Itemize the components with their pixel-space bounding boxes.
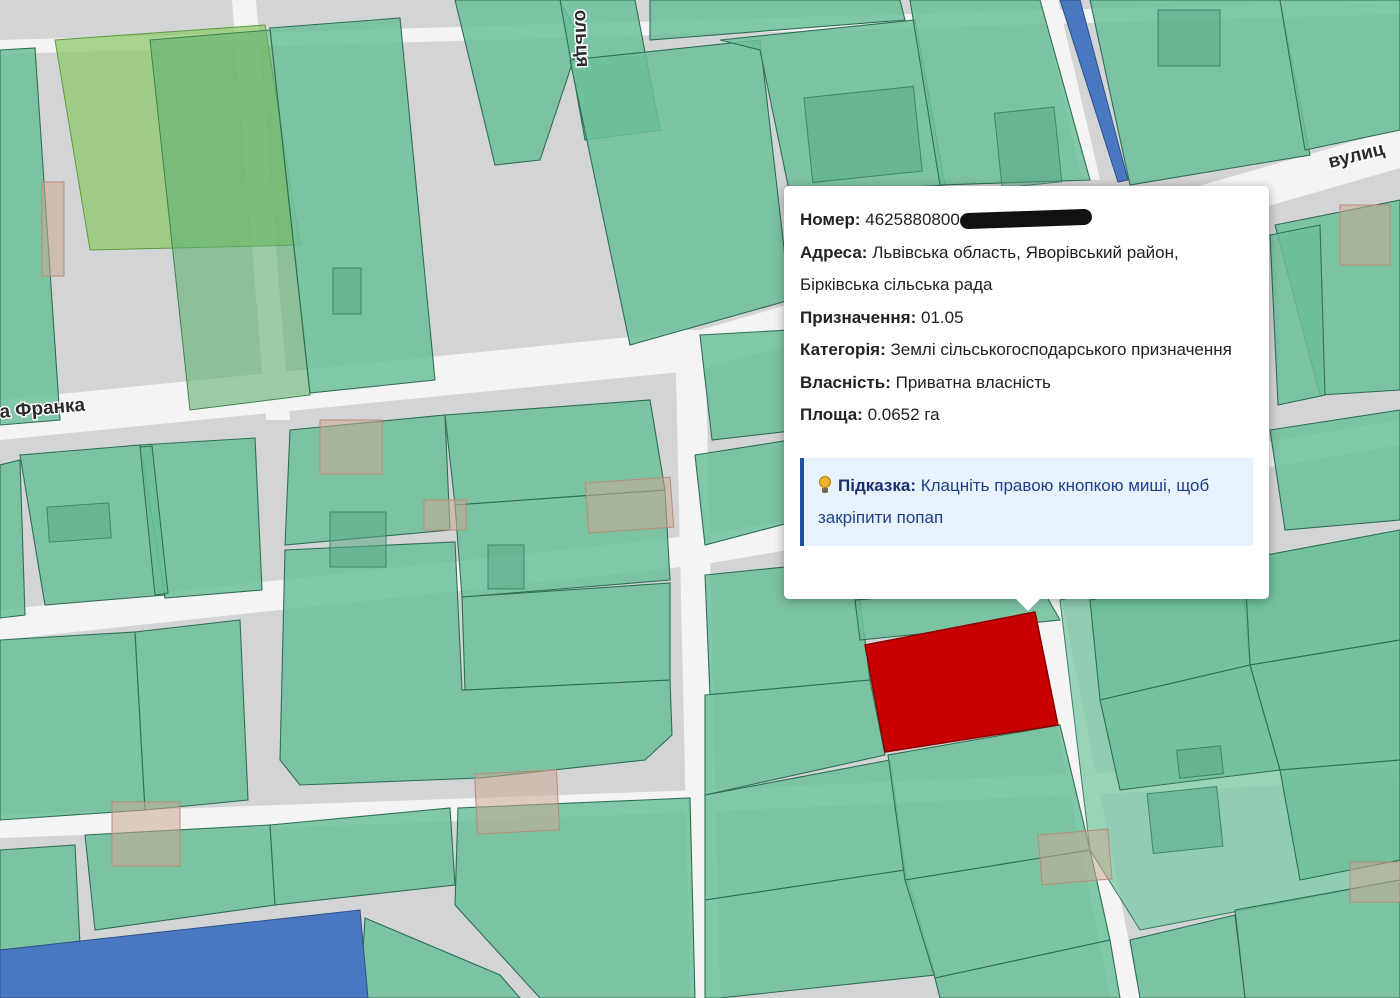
building	[1037, 828, 1113, 886]
area-label: Площа:	[800, 405, 863, 424]
popup-pointer	[1016, 599, 1040, 611]
popup-row-area: Площа: 0.0652 га	[800, 399, 1253, 432]
ownership-value: Приватна власність	[895, 372, 1051, 392]
building	[41, 181, 65, 277]
building	[332, 267, 362, 315]
lightbulb-icon	[818, 475, 832, 494]
area-value: 0.0652 га	[867, 405, 940, 424]
parcel-info-popup[interactable]: Номер: 4625880800 Адреса: Львівська обла…	[784, 186, 1269, 611]
building	[993, 106, 1063, 189]
parcel[interactable]	[1269, 224, 1326, 406]
building	[1349, 861, 1400, 903]
building	[1146, 785, 1224, 855]
building	[319, 419, 383, 475]
popup-row-category: Категорія: Землі сільськогосподарського …	[800, 334, 1253, 367]
popup-row-address: Адреса: Львівська область, Яворівський р…	[800, 237, 1253, 302]
building	[46, 502, 112, 543]
popup-hint: Підказка: Клацніть правою кнопкою миші, …	[800, 457, 1253, 546]
building	[1339, 204, 1391, 266]
building	[1176, 745, 1224, 779]
address-label: Адреса:	[800, 242, 868, 262]
popup-row-purpose: Призначення: 01.05	[800, 302, 1253, 335]
number-value: 4625880800	[865, 210, 960, 229]
parcel[interactable]	[0, 459, 26, 619]
purpose-label: Призначення:	[800, 307, 917, 327]
popup-row-number: Номер: 4625880800	[800, 204, 1253, 237]
parcel[interactable]	[134, 619, 249, 811]
category-value: Землі сільськогосподарського призначення	[890, 340, 1232, 359]
purpose-value: 01.05	[920, 307, 964, 327]
parcel[interactable]	[461, 582, 671, 691]
category-label: Категорія:	[800, 340, 886, 359]
parcel[interactable]	[0, 844, 81, 951]
building	[487, 544, 525, 590]
parcel[interactable]	[1269, 409, 1400, 531]
hint-label: Підказка:	[838, 475, 916, 495]
street-label-vertical: ольця	[570, 9, 593, 67]
parcel[interactable]	[0, 631, 146, 821]
building	[1157, 9, 1221, 67]
number-label: Номер:	[800, 210, 861, 229]
building	[803, 85, 923, 184]
redaction-mark	[959, 208, 1093, 230]
popup-row-ownership: Власність: Приватна власність	[800, 367, 1253, 400]
building	[329, 511, 387, 568]
ownership-label: Власність:	[800, 372, 891, 392]
building	[473, 769, 561, 835]
building	[111, 801, 181, 867]
building	[584, 476, 675, 534]
building	[423, 499, 467, 531]
